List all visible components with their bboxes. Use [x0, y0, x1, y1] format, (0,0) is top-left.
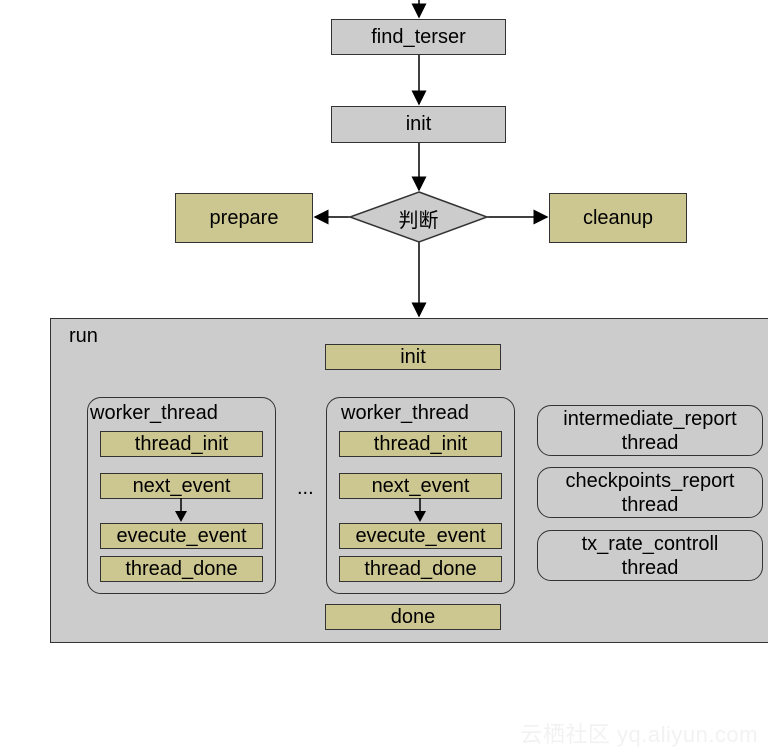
- decision-label: 判断: [398, 210, 439, 232]
- run-title: run: [69, 325, 98, 347]
- next-event-step: next_event: [100, 473, 263, 499]
- arrow-down-icon: [414, 498, 426, 522]
- side-thread-line2: thread: [621, 431, 679, 454]
- worker-thread-1: worker_thread thread_init next_event eve…: [87, 397, 276, 594]
- execute-event-step: evecute_event: [339, 523, 502, 549]
- intermediate-report-thread: intermediate_report thread: [537, 405, 763, 456]
- init-label: init: [405, 113, 432, 135]
- find-terser-label: find_terser: [371, 25, 466, 48]
- side-thread-line1: intermediate_report: [563, 407, 737, 430]
- tx-rate-controll-thread: tx_rate_controll thread: [537, 530, 763, 581]
- checkpoints-report-thread: checkpoints_report thread: [537, 467, 763, 518]
- thread-done-step: thread_done: [100, 556, 263, 582]
- watermark: 云栖社区 yq.aliyun.com: [520, 722, 758, 747]
- run-container: run init worker_thread thread_init next_…: [50, 318, 768, 643]
- find-terser-box: find_terser: [331, 19, 506, 55]
- run-done-step: done: [325, 604, 501, 630]
- thread-init-step: thread_init: [100, 431, 263, 457]
- prepare-label: prepare: [209, 206, 279, 229]
- worker-thread-title: worker_thread: [90, 402, 218, 424]
- run-init-step: init: [325, 344, 501, 370]
- side-thread-line1: tx_rate_controll: [581, 532, 719, 555]
- cleanup-box: cleanup: [549, 193, 687, 243]
- init-box: init: [331, 106, 506, 143]
- cleanup-label: cleanup: [582, 206, 654, 229]
- side-thread-line1: checkpoints_report: [565, 469, 735, 492]
- arrow-down-icon: [175, 498, 187, 522]
- thread-done-step: thread_done: [339, 556, 502, 582]
- execute-event-step: evecute_event: [100, 523, 263, 549]
- thread-init-step: thread_init: [339, 431, 502, 457]
- next-event-step: next_event: [339, 473, 502, 499]
- worker-thread-2: worker_thread thread_init next_event eve…: [326, 397, 515, 594]
- prepare-box: prepare: [175, 193, 313, 243]
- worker-thread-title: worker_thread: [341, 402, 469, 424]
- side-thread-line2: thread: [621, 493, 679, 516]
- side-thread-line2: thread: [621, 556, 679, 579]
- ellipsis: ...: [297, 477, 314, 499]
